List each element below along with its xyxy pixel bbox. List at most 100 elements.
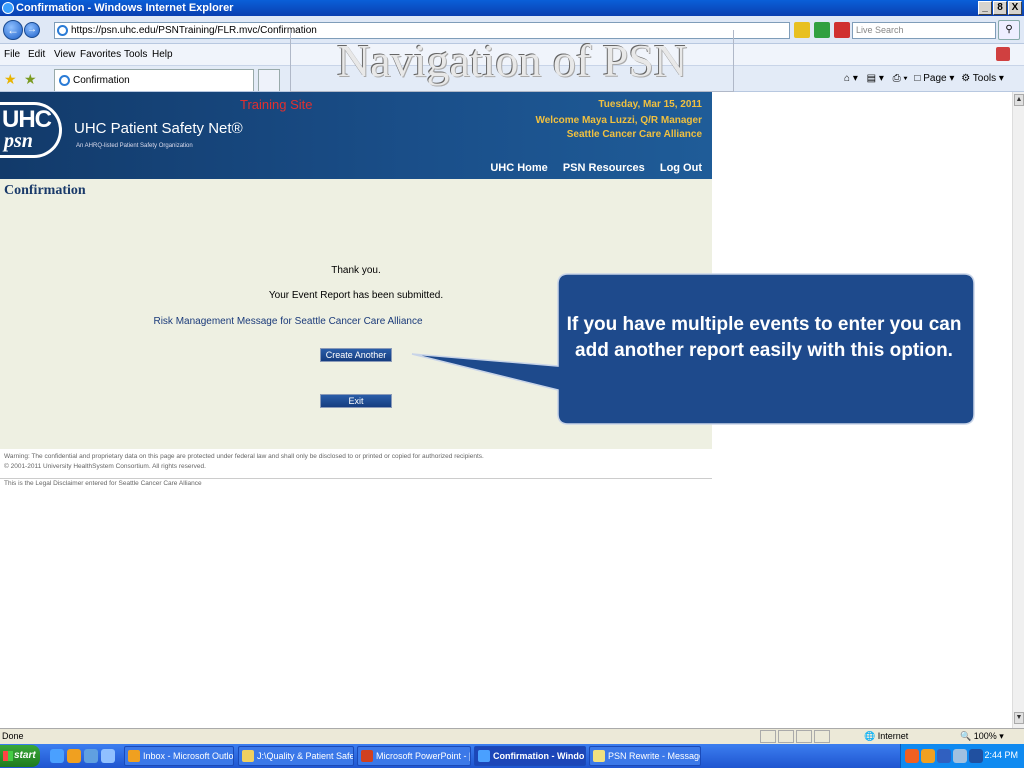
- exit-button[interactable]: Exit: [320, 394, 392, 408]
- translate-icon[interactable]: [996, 47, 1010, 61]
- task-message[interactable]: PSN Rewrite - Message (...: [589, 746, 701, 766]
- add-favorite-icon[interactable]: ★: [24, 71, 37, 88]
- status-cell: [778, 730, 794, 743]
- stop-icon[interactable]: [834, 22, 850, 38]
- maximize-button[interactable]: 8: [993, 1, 1007, 15]
- scroll-up-arrow[interactable]: ▲: [1014, 94, 1024, 106]
- minimize-button[interactable]: _: [978, 1, 992, 15]
- tray-icon[interactable]: [921, 749, 935, 763]
- address-url: https://psn.uhc.edu/PSNTraining/FLR.mvc/…: [71, 25, 317, 36]
- legal-disclaimer: This is the Legal Disclaimer entered for…: [4, 480, 202, 487]
- lock-icon[interactable]: [794, 22, 810, 38]
- page-menu-label: Page: [923, 73, 947, 84]
- start-label: start: [14, 750, 36, 761]
- tray-icon[interactable]: [953, 749, 967, 763]
- tray-icon[interactable]: [905, 749, 919, 763]
- media-quicklaunch-icon[interactable]: [101, 749, 115, 763]
- task-label: J:\Quality & Patient Safe...: [257, 751, 354, 761]
- zone-label: Internet: [877, 731, 909, 741]
- task-label: Confirmation - Windo...: [493, 751, 586, 761]
- task-confirmation[interactable]: Confirmation - Windo...: [474, 746, 586, 766]
- callout-box: If you have multiple events to enter you…: [411, 272, 975, 426]
- menu-view[interactable]: View: [54, 49, 76, 60]
- tools-menu[interactable]: ⚙ Tools ▾: [961, 73, 1004, 84]
- create-another-button[interactable]: Create Another: [320, 348, 392, 362]
- site-header: UHC psn UHC Patient Safety Net® An AHRQ-…: [0, 92, 712, 179]
- close-button[interactable]: X: [1008, 1, 1022, 15]
- nav-log-out[interactable]: Log Out: [660, 162, 702, 174]
- menu-tools[interactable]: Tools: [124, 49, 147, 60]
- refresh-icon[interactable]: [814, 22, 830, 38]
- logo-psn[interactable]: psn: [4, 130, 33, 153]
- window-title: Confirmation - Windows Internet Explorer: [16, 2, 234, 14]
- nav-psn-resources[interactable]: PSN Resources: [563, 162, 645, 174]
- vertical-scrollbar[interactable]: ▲ ▼: [1012, 92, 1024, 728]
- back-button[interactable]: ←: [3, 20, 23, 40]
- favorites-star-icon[interactable]: ★: [4, 71, 17, 88]
- status-cell: [796, 730, 812, 743]
- desktop-quicklaunch-icon[interactable]: [84, 749, 98, 763]
- outlook-quicklaunch-icon[interactable]: [67, 749, 81, 763]
- slide-title: Navigation of PSN: [290, 30, 734, 92]
- menu-file[interactable]: File: [4, 49, 20, 60]
- task-powerpoint[interactable]: Microsoft PowerPoint - [L...: [357, 746, 471, 766]
- ie-page-icon: [57, 25, 68, 36]
- home-icon[interactable]: ⌂ ▾: [844, 73, 858, 84]
- page-footer: Warning: The confidential and proprietar…: [0, 449, 712, 479]
- status-text: Done: [2, 731, 24, 741]
- tab-confirmation[interactable]: Confirmation: [54, 69, 254, 91]
- tools-menu-label: Tools: [972, 73, 997, 84]
- site-tagline: An AHRQ-listed Patient Safety Organizati…: [76, 143, 193, 149]
- forward-button[interactable]: →: [24, 22, 40, 38]
- status-cell: [760, 730, 776, 743]
- command-bar: ⌂ ▾ ▤ ▾ ⎙ ▾ □ Page ▾ ⚙ Tools ▾: [844, 73, 1004, 84]
- scroll-down-arrow[interactable]: ▼: [1014, 712, 1024, 724]
- header-date: Tuesday, Mar 15, 2011: [598, 99, 702, 110]
- feeds-icon[interactable]: ▤ ▾: [867, 73, 884, 84]
- new-tab-button[interactable]: [258, 69, 280, 91]
- tab-label: Confirmation: [73, 75, 130, 86]
- menu-edit[interactable]: Edit: [28, 49, 45, 60]
- outlook-icon: [128, 750, 140, 762]
- window-title-bar: Confirmation - Windows Internet Explorer…: [0, 0, 1024, 16]
- status-bar: Done 🌐 Internet 🔍 100% ▾: [0, 728, 1024, 744]
- page-menu[interactable]: □ Page ▾: [914, 73, 954, 84]
- header-welcome: Welcome Maya Luzzi, Q/R Manager: [535, 115, 702, 126]
- search-placeholder: Live Search: [856, 25, 904, 35]
- menu-favorites[interactable]: Favorites: [80, 49, 121, 60]
- task-outlook[interactable]: Inbox - Microsoft Outlook: [124, 746, 234, 766]
- task-folder[interactable]: J:\Quality & Patient Safe...: [238, 746, 354, 766]
- ie-app-icon: [2, 2, 14, 14]
- footer-copyright: © 2001-2011 University HealthSystem Cons…: [4, 463, 206, 470]
- training-site-label: Training Site: [240, 97, 313, 112]
- header-organization: Seattle Cancer Care Alliance: [566, 129, 702, 140]
- windows-flag-icon: [3, 751, 13, 761]
- menu-help[interactable]: Help: [152, 49, 173, 60]
- tray-icon[interactable]: [969, 749, 983, 763]
- ie-icon: [478, 750, 490, 762]
- clock: 2:44 PM: [984, 750, 1018, 760]
- start-button[interactable]: start: [0, 745, 40, 767]
- print-icon[interactable]: ⎙ ▾: [893, 73, 908, 84]
- header-nav: UHC Home PSN Resources Log Out: [478, 162, 702, 174]
- system-tray: 2:44 PM: [900, 744, 1024, 768]
- search-button[interactable]: ⚲: [998, 20, 1020, 40]
- nav-uhc-home[interactable]: UHC Home: [490, 162, 547, 174]
- page-title: Confirmation: [4, 183, 86, 198]
- task-label: PSN Rewrite - Message (...: [608, 751, 701, 761]
- zoom-label: 100%: [973, 731, 997, 741]
- tab-ie-icon: [59, 75, 70, 86]
- task-label: Inbox - Microsoft Outlook: [143, 751, 234, 761]
- status-cell: [814, 730, 830, 743]
- security-zone[interactable]: 🌐 Internet: [864, 729, 908, 744]
- search-input[interactable]: Live Search: [852, 22, 996, 39]
- folder-icon: [242, 750, 254, 762]
- footer-warning: Warning: The confidential and proprietar…: [4, 453, 484, 460]
- powerpoint-icon: [361, 750, 373, 762]
- tray-icon[interactable]: [937, 749, 951, 763]
- message-icon: [593, 750, 605, 762]
- site-name: UHC Patient Safety Net®: [74, 120, 243, 137]
- zoom-level[interactable]: 🔍 100% ▾: [960, 729, 1004, 744]
- ie-quicklaunch-icon[interactable]: [50, 749, 64, 763]
- taskbar: start Inbox - Microsoft Outlook J:\Quali…: [0, 744, 1024, 768]
